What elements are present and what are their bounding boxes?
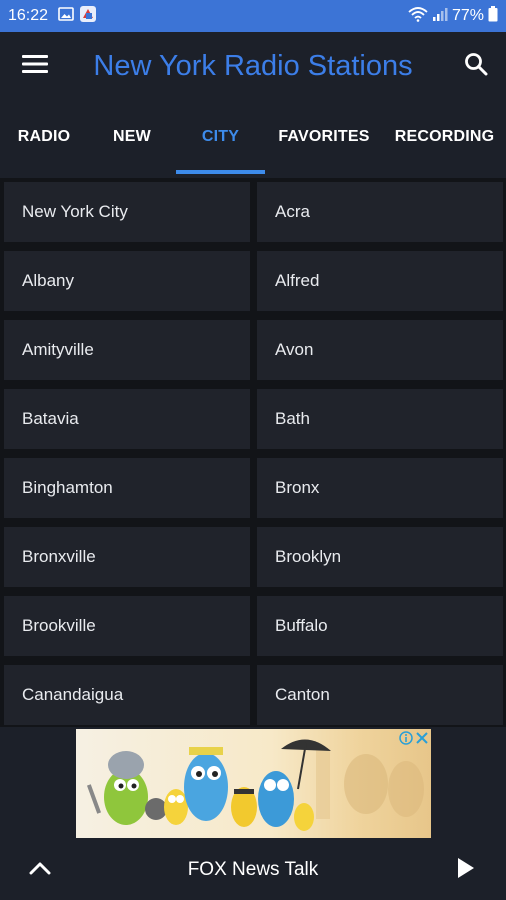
search-icon — [464, 52, 488, 81]
tab-recording[interactable]: RECORDING — [383, 100, 506, 174]
tab-city[interactable]: CITY — [176, 100, 265, 174]
play-button[interactable] — [426, 840, 506, 900]
search-button[interactable] — [446, 32, 506, 100]
ad-banner[interactable] — [76, 729, 431, 838]
menu-button[interactable] — [0, 32, 70, 100]
tab-favorites[interactable]: FAVORITES — [265, 100, 383, 174]
play-icon — [457, 857, 475, 884]
battery-text: 77% — [451, 7, 484, 24]
city-item[interactable]: Alfred — [257, 251, 503, 311]
ad-illustration — [86, 739, 424, 831]
city-item[interactable]: New York City — [4, 182, 250, 242]
now-playing-title[interactable]: FOX News Talk — [80, 859, 426, 881]
city-grid: New York City Acra Albany Alfred Amityvi… — [0, 178, 506, 729]
close-icon[interactable] — [415, 731, 429, 750]
ad-controls — [399, 731, 429, 750]
status-time: 16:22 — [8, 7, 49, 24]
ad-area — [0, 727, 506, 840]
gallery-icon — [58, 6, 74, 26]
app-notification-icon — [80, 5, 97, 27]
city-item[interactable]: Avon — [257, 320, 503, 380]
city-item[interactable]: Amityville — [4, 320, 250, 380]
city-item[interactable]: Bath — [257, 389, 503, 449]
app-title: New York Radio Stations — [93, 49, 413, 82]
city-item[interactable]: Batavia — [4, 389, 250, 449]
city-item[interactable]: Albany — [4, 251, 250, 311]
city-item[interactable]: Buffalo — [257, 596, 503, 656]
city-item[interactable]: Canandaigua — [4, 665, 250, 725]
tab-new[interactable]: NEW — [88, 100, 176, 174]
expand-player-button[interactable] — [0, 840, 80, 900]
city-item[interactable]: Brookville — [4, 596, 250, 656]
city-item[interactable]: Canton — [257, 665, 503, 725]
city-item[interactable]: Brooklyn — [257, 527, 503, 587]
adchoices-icon[interactable] — [399, 731, 413, 750]
city-item[interactable]: Binghamton — [4, 458, 250, 518]
status-bar: 16:22 77% — [0, 0, 506, 32]
battery-icon — [488, 5, 498, 27]
hamburger-menu-icon — [22, 54, 48, 79]
tab-radio[interactable]: RADIO — [0, 100, 88, 174]
chevron-up-icon — [29, 861, 51, 880]
player-bar: FOX News Talk — [0, 840, 506, 900]
app-bar: New York Radio Stations — [0, 32, 506, 100]
city-item[interactable]: Acra — [257, 182, 503, 242]
city-item[interactable]: Bronx — [257, 458, 503, 518]
city-item[interactable]: Bronxville — [4, 527, 250, 587]
tab-bar: RADIO NEW CITY FAVORITES RECORDING — [0, 100, 506, 174]
signal-icon — [432, 6, 448, 27]
wifi-icon — [408, 6, 428, 27]
status-right: 77% — [408, 5, 498, 27]
